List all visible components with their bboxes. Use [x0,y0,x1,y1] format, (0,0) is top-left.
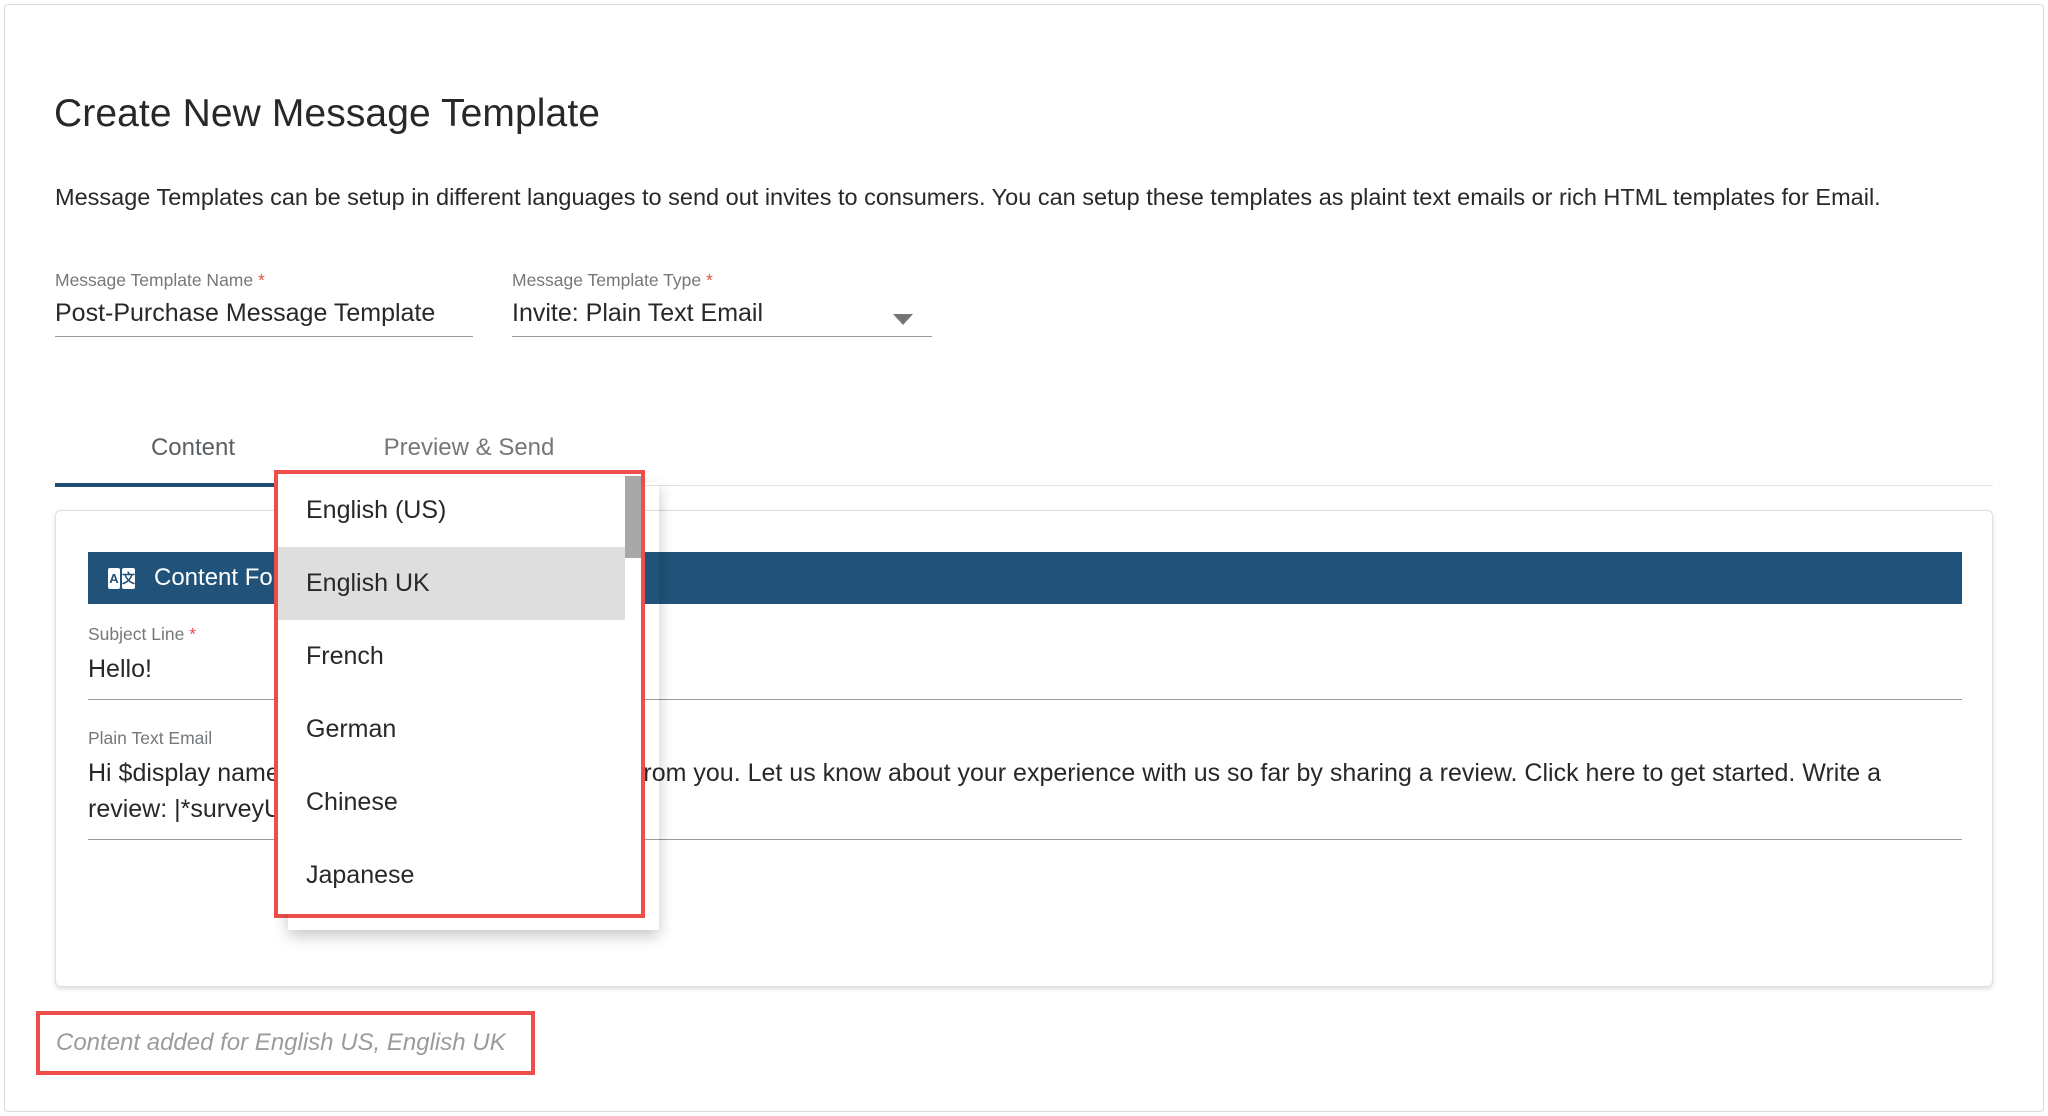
required-asterisk: * [257,270,265,290]
language-dropdown[interactable]: English (US) English UK French German Ch… [274,470,645,918]
message-template-type-select[interactable]: Invite: Plain Text Email [512,299,932,336]
page-description: Message Templates can be setup in differ… [55,184,1881,210]
message-template-name-input[interactable]: Post-Purchase Message Template [55,299,473,336]
chevron-down-icon[interactable] [893,314,913,325]
message-template-type-field[interactable]: Message Template Type * Invite: Plain Te… [512,270,932,337]
field-underline [512,336,932,337]
message-template-type-label-text: Message Template Type [512,270,702,290]
language-option-japanese[interactable]: Japanese [278,839,641,912]
translate-icon: A 文 [108,567,135,589]
translate-icon-cjk-glyph: 文 [122,567,135,589]
language-dropdown-list[interactable]: English (US) English UK French German Ch… [278,474,641,914]
page-title: Create New Message Template [54,92,601,135]
subject-line-label-text: Subject Line [88,624,185,644]
dropdown-scrollbar-track[interactable] [625,474,641,914]
content-language-bar-label: Content For [154,564,281,591]
language-option-german[interactable]: German [278,693,641,766]
language-option-chinese[interactable]: Chinese [278,766,641,839]
translate-icon-latin-glyph: A [108,567,120,589]
language-option-english-uk[interactable]: English UK [278,547,641,620]
required-asterisk: * [705,270,713,290]
message-template-name-label-text: Message Template Name [55,270,254,290]
required-asterisk: * [189,624,197,644]
field-underline [55,336,473,337]
message-template-type-label: Message Template Type * [512,270,932,290]
language-option-french[interactable]: French [278,620,641,693]
screen-root: Create New Message Template Message Temp… [0,0,2048,1116]
message-template-name-field[interactable]: Message Template Name * Post-Purchase Me… [55,270,473,337]
content-added-status-text: Content added for English US, English UK [56,1029,506,1056]
content-added-status-box: Content added for English US, English UK [36,1011,535,1075]
dropdown-scrollbar-thumb[interactable] [625,476,641,558]
message-template-name-label: Message Template Name * [55,270,473,290]
language-option-english-us[interactable]: English (US) [278,474,641,547]
